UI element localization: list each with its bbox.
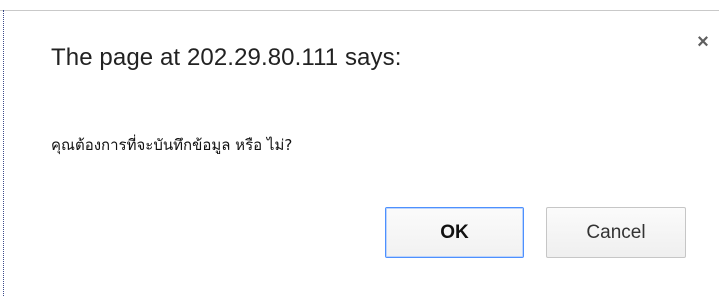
dialog-message: คุณต้องการที่จะบันทึกข้อมูล หรือ ไม่? [51,136,293,154]
browser-page-stage: The page at 202.29.80.111 says: × คุณต้อ… [0,0,719,296]
dialog-title: The page at 202.29.80.111 says: [51,44,402,71]
cancel-button[interactable]: Cancel [546,207,686,258]
page-left-edge [3,10,4,296]
dialog-top-border [0,10,719,11]
close-icon[interactable]: × [694,32,712,52]
ok-button[interactable]: OK [385,207,524,258]
